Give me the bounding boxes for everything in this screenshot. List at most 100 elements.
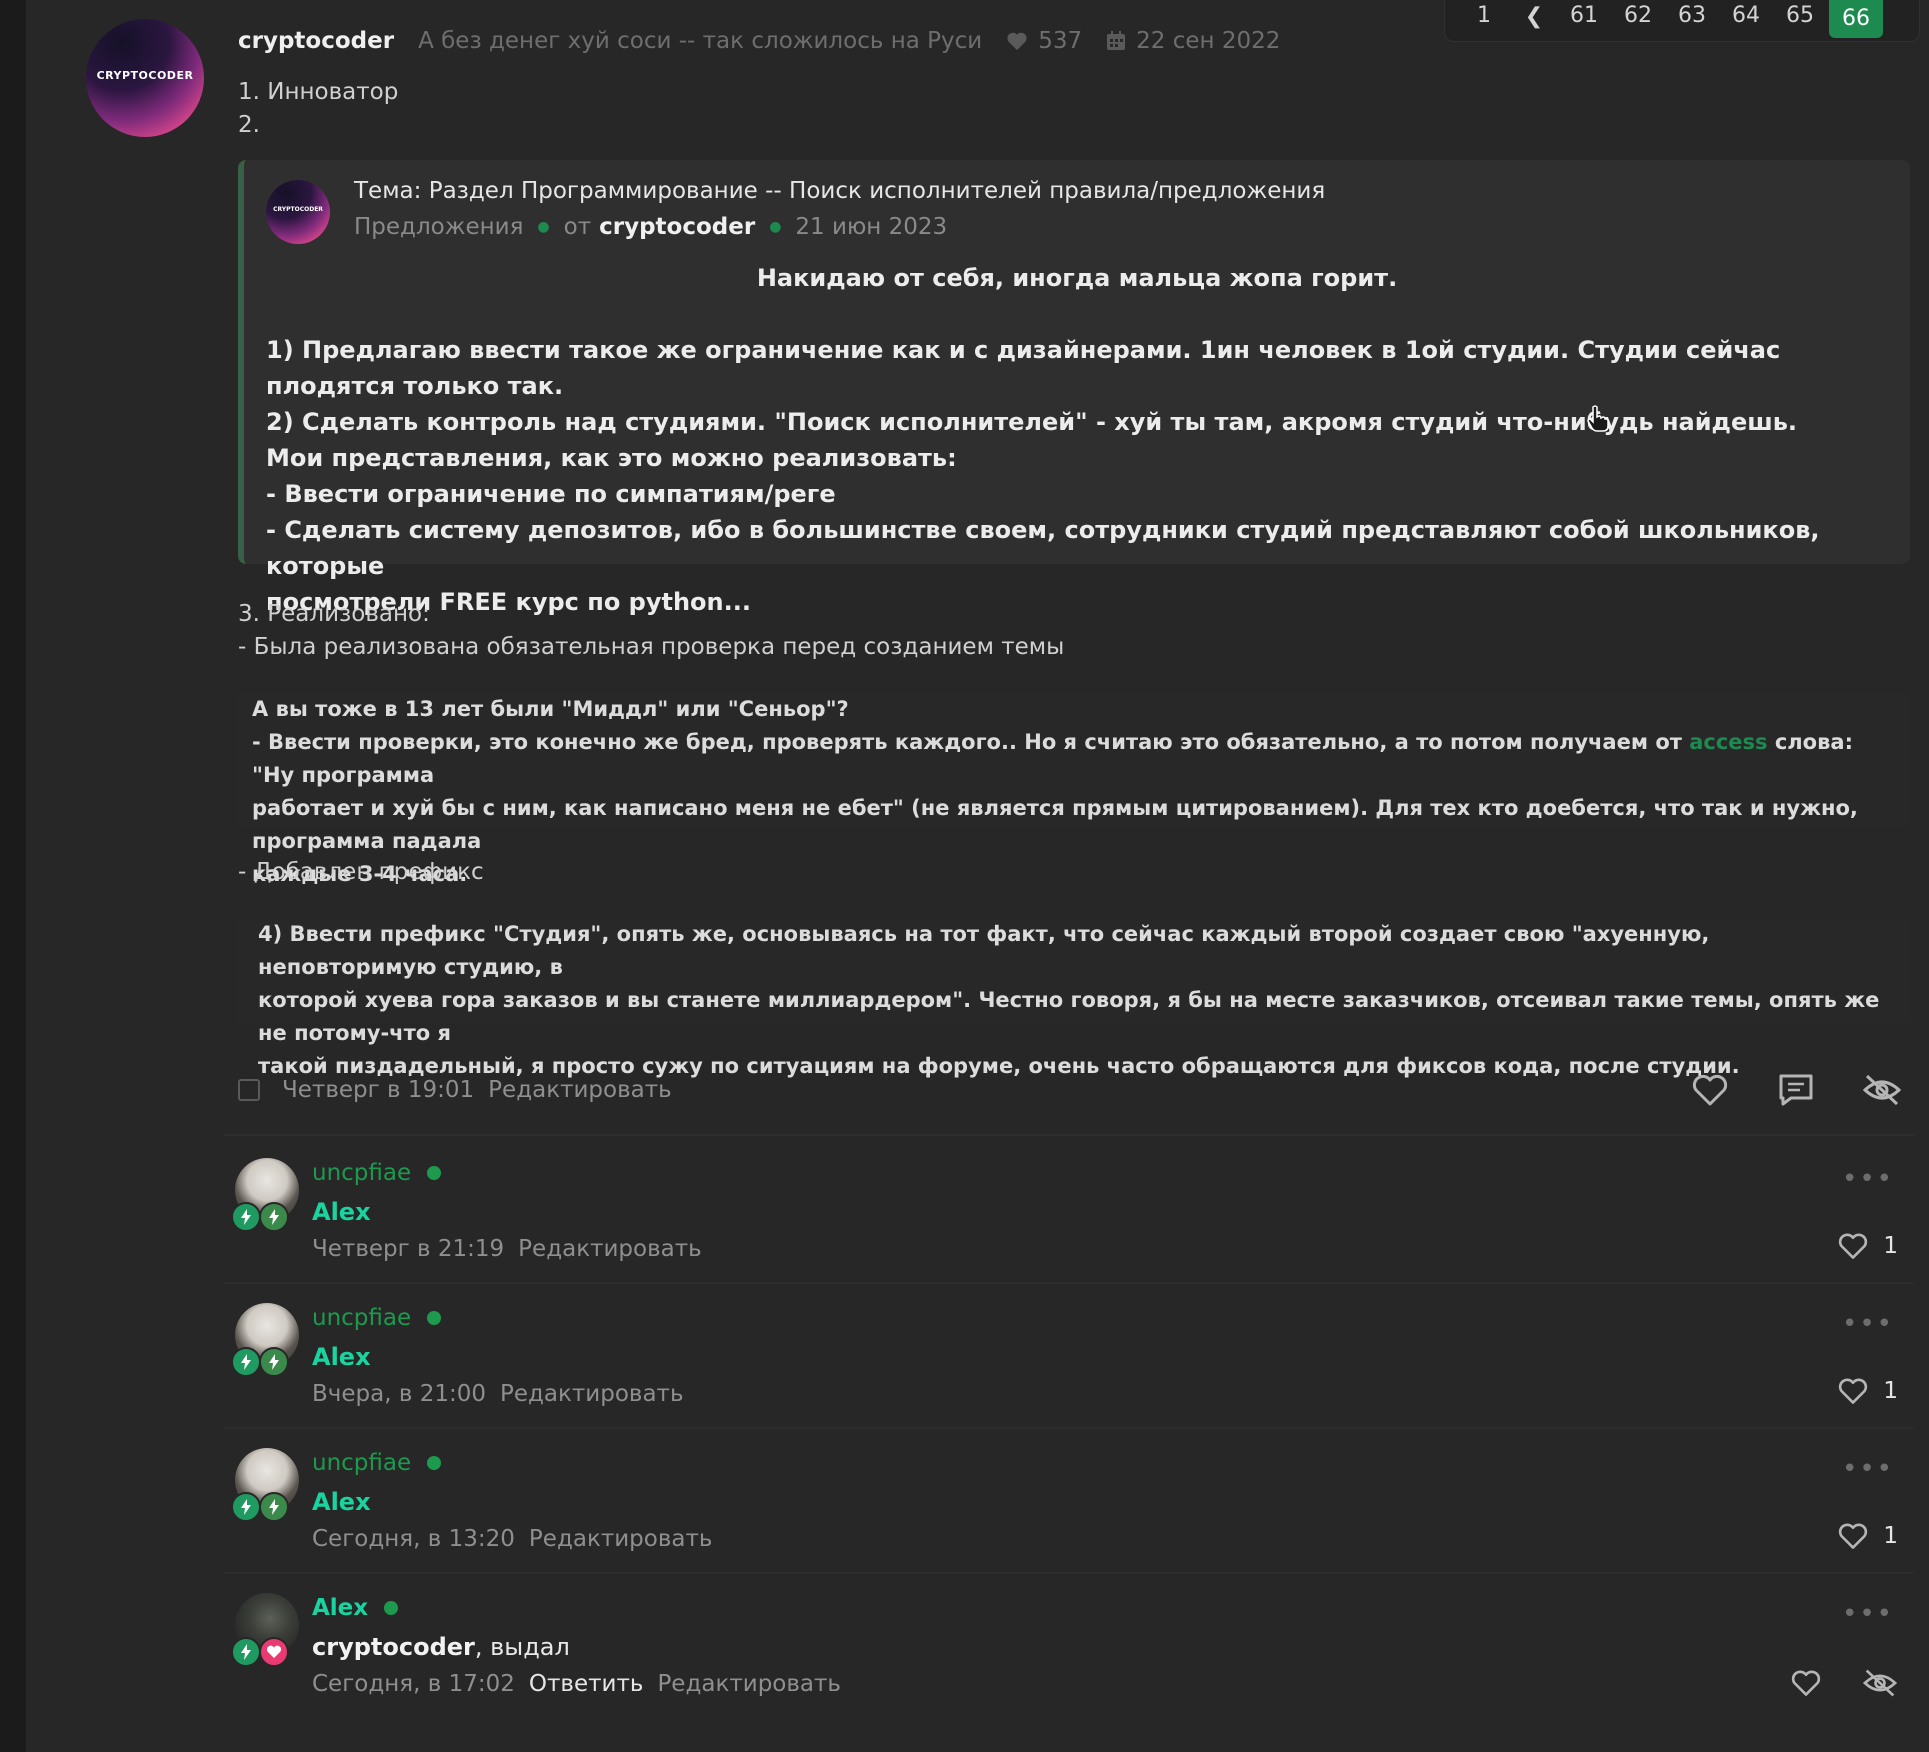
hide-button[interactable] [1862, 1070, 1902, 1110]
comment-like-count: 1 [1883, 1378, 1898, 1404]
page-link-64[interactable]: 64 [1719, 1, 1773, 31]
quote-author-avatar[interactable]: CRYPTOCODER [266, 180, 330, 244]
calendar-icon [1107, 31, 1126, 50]
heart-badge-icon [259, 1637, 289, 1667]
comment-meta: Четверг в 21:19 Редактировать [312, 1236, 702, 1262]
author-username[interactable]: cryptocoder [238, 28, 394, 54]
heart-outline-icon [1839, 1233, 1868, 1259]
commenter-username[interactable]: uncpfiae [312, 1160, 411, 1186]
comment-timestamp[interactable]: Вчера, в 21:00 [312, 1381, 486, 1407]
comment-like-button[interactable]: 1 [1837, 1377, 1898, 1405]
author-joined-date: 22 сен 2022 [1136, 28, 1281, 54]
quote-topic-title[interactable]: Тема: Раздел Программирование -- Поиск и… [354, 178, 1325, 204]
comment-text: cryptocoder, выдал [312, 1633, 570, 1661]
avatar-logo-text: CRYPTOCODER [96, 69, 194, 82]
lightning-badge-icon [259, 1347, 289, 1377]
comment-timestamp[interactable]: Сегодня, в 17:02 [312, 1671, 515, 1697]
reply-button[interactable] [1776, 1070, 1816, 1110]
comment-meta: Сегодня, в 13:20 Редактировать [312, 1526, 712, 1552]
online-indicator-icon [427, 1456, 442, 1470]
page-link-61[interactable]: 61 [1557, 1, 1611, 31]
edit-comment-link[interactable]: Редактировать [500, 1381, 684, 1407]
quote-line: 1) Предлагаю ввести такое же ограничение… [266, 336, 1781, 400]
lightning-badge-icon [259, 1492, 289, 1522]
edit-post-link[interactable]: Редактировать [488, 1077, 672, 1103]
quote-line: посмотрели FREE курс по python... [266, 588, 751, 616]
commenter-avatar[interactable] [231, 1593, 299, 1667]
edit-comment-link[interactable]: Редактировать [518, 1236, 702, 1262]
more-options-icon[interactable]: ••• [1842, 1454, 1894, 1484]
embed-line: А вы тоже в 13 лет были "Миддл" или "Сен… [252, 697, 849, 721]
commenter-avatar[interactable] [231, 1158, 299, 1232]
post-actions-bar: Четверг в 19:01 Редактировать [238, 1070, 1910, 1110]
heart-outline-icon [1692, 1074, 1728, 1106]
quote-section[interactable]: Предложения [354, 214, 523, 240]
quote-avatar-text: CRYPTOCODER [273, 206, 323, 213]
comment-like-button[interactable]: 1 [1837, 1232, 1898, 1260]
post-list-item-1: 1. Инноватор [238, 79, 399, 105]
post-timestamp[interactable]: Четверг в 19:01 [282, 1077, 474, 1103]
heart-outline-icon [1839, 1378, 1868, 1404]
embedded-image-2: 4) Ввести префикс "Студия", опять же, ос… [238, 918, 1910, 1078]
comment-like-button[interactable]: 1 [1837, 1522, 1898, 1550]
more-options-icon[interactable]: ••• [1842, 1599, 1894, 1629]
page-link-current[interactable]: 66 [1829, 0, 1883, 38]
author-avatar[interactable]: CRYPTOCODER [86, 19, 204, 137]
embedded-image-1: А вы тоже в 13 лет были "Миддл" или "Сен… [238, 693, 1910, 886]
dot-separator-icon: ● [537, 219, 550, 235]
comment-item: Alex cryptocoder, выдал Сегодня, в 17:02… [231, 1579, 1912, 1719]
commenter-name-row: uncpfiae [312, 1450, 442, 1476]
commenter-name-row: uncpfiae [312, 1305, 442, 1331]
edit-comment-link[interactable]: Редактировать [657, 1671, 841, 1697]
commenter-username[interactable]: Alex [312, 1595, 368, 1621]
mentioned-user[interactable]: cryptocoder [312, 1633, 475, 1661]
commenter-name-row: Alex [312, 1595, 399, 1621]
embed-line: 4) Ввести префикс "Студия", опять же, ос… [258, 922, 1710, 979]
like-button[interactable] [1690, 1070, 1730, 1110]
eye-off-icon[interactable] [1862, 1667, 1898, 1699]
lightning-badge-icon [231, 1637, 261, 1667]
author-joined: 22 сен 2022 [1106, 28, 1280, 54]
more-options-icon[interactable]: ••• [1842, 1309, 1894, 1339]
lightning-badge-icon [231, 1347, 261, 1377]
quote-text: 1) Предлагаю ввести такое же ограничение… [266, 332, 1890, 620]
online-indicator-icon [427, 1166, 442, 1180]
embed-text: - Ввести проверки, это конечно же бред, … [252, 730, 1690, 754]
heart-outline-icon[interactable] [1790, 1669, 1822, 1697]
author-likes-count: 537 [1038, 28, 1083, 54]
divider [224, 1134, 1914, 1136]
commenter-avatar[interactable] [231, 1303, 299, 1377]
divider [224, 1427, 1914, 1429]
prev-page-icon[interactable]: ❮ [1511, 4, 1557, 29]
quote-by-label: от [563, 214, 592, 240]
comment-timestamp[interactable]: Четверг в 21:19 [312, 1236, 504, 1262]
select-post-checkbox[interactable] [238, 1079, 260, 1101]
embed-line: работает и хуй бы с ним, как написано ме… [252, 796, 1858, 853]
quote-block: CRYPTOCODER Тема: Раздел Программировани… [238, 160, 1910, 616]
online-indicator-icon [384, 1601, 399, 1615]
comment-like-count: 1 [1883, 1523, 1898, 1549]
reply-link[interactable]: Ответить [529, 1671, 644, 1697]
page-link-65[interactable]: 65 [1773, 1, 1827, 31]
access-username-link: access [1689, 730, 1768, 754]
divider [224, 1282, 1914, 1284]
lightning-badge-icon [231, 1492, 261, 1522]
embed-line: которой хуева гора заказов и вы станете … [258, 988, 1880, 1045]
quote-line: Мои представления, как это можно реализо… [266, 444, 957, 472]
edit-comment-link[interactable]: Редактировать [529, 1526, 713, 1552]
post-header: cryptocoder А без денег хуй соси -- так … [238, 28, 1280, 54]
embed-line: - Ввести проверки, это конечно же бред, … [252, 726, 1896, 792]
more-options-icon[interactable]: ••• [1842, 1164, 1894, 1194]
quote-author[interactable]: cryptocoder [599, 214, 755, 240]
quote-line: 2) Сделать контроль над студиями. "Поиск… [266, 408, 1797, 436]
quote-line: - Ввести ограничение по симпатиям/реге [266, 480, 836, 508]
commenter-username[interactable]: uncpfiae [312, 1450, 411, 1476]
page-link-first[interactable]: 1 [1457, 1, 1511, 31]
page-link-63[interactable]: 63 [1665, 1, 1719, 31]
commenter-name-row: uncpfiae [312, 1160, 442, 1186]
comment-timestamp[interactable]: Сегодня, в 13:20 [312, 1526, 515, 1552]
comment-text: Alex [312, 1488, 371, 1516]
page-link-62[interactable]: 62 [1611, 1, 1665, 31]
commenter-username[interactable]: uncpfiae [312, 1305, 411, 1331]
commenter-avatar[interactable] [231, 1448, 299, 1522]
